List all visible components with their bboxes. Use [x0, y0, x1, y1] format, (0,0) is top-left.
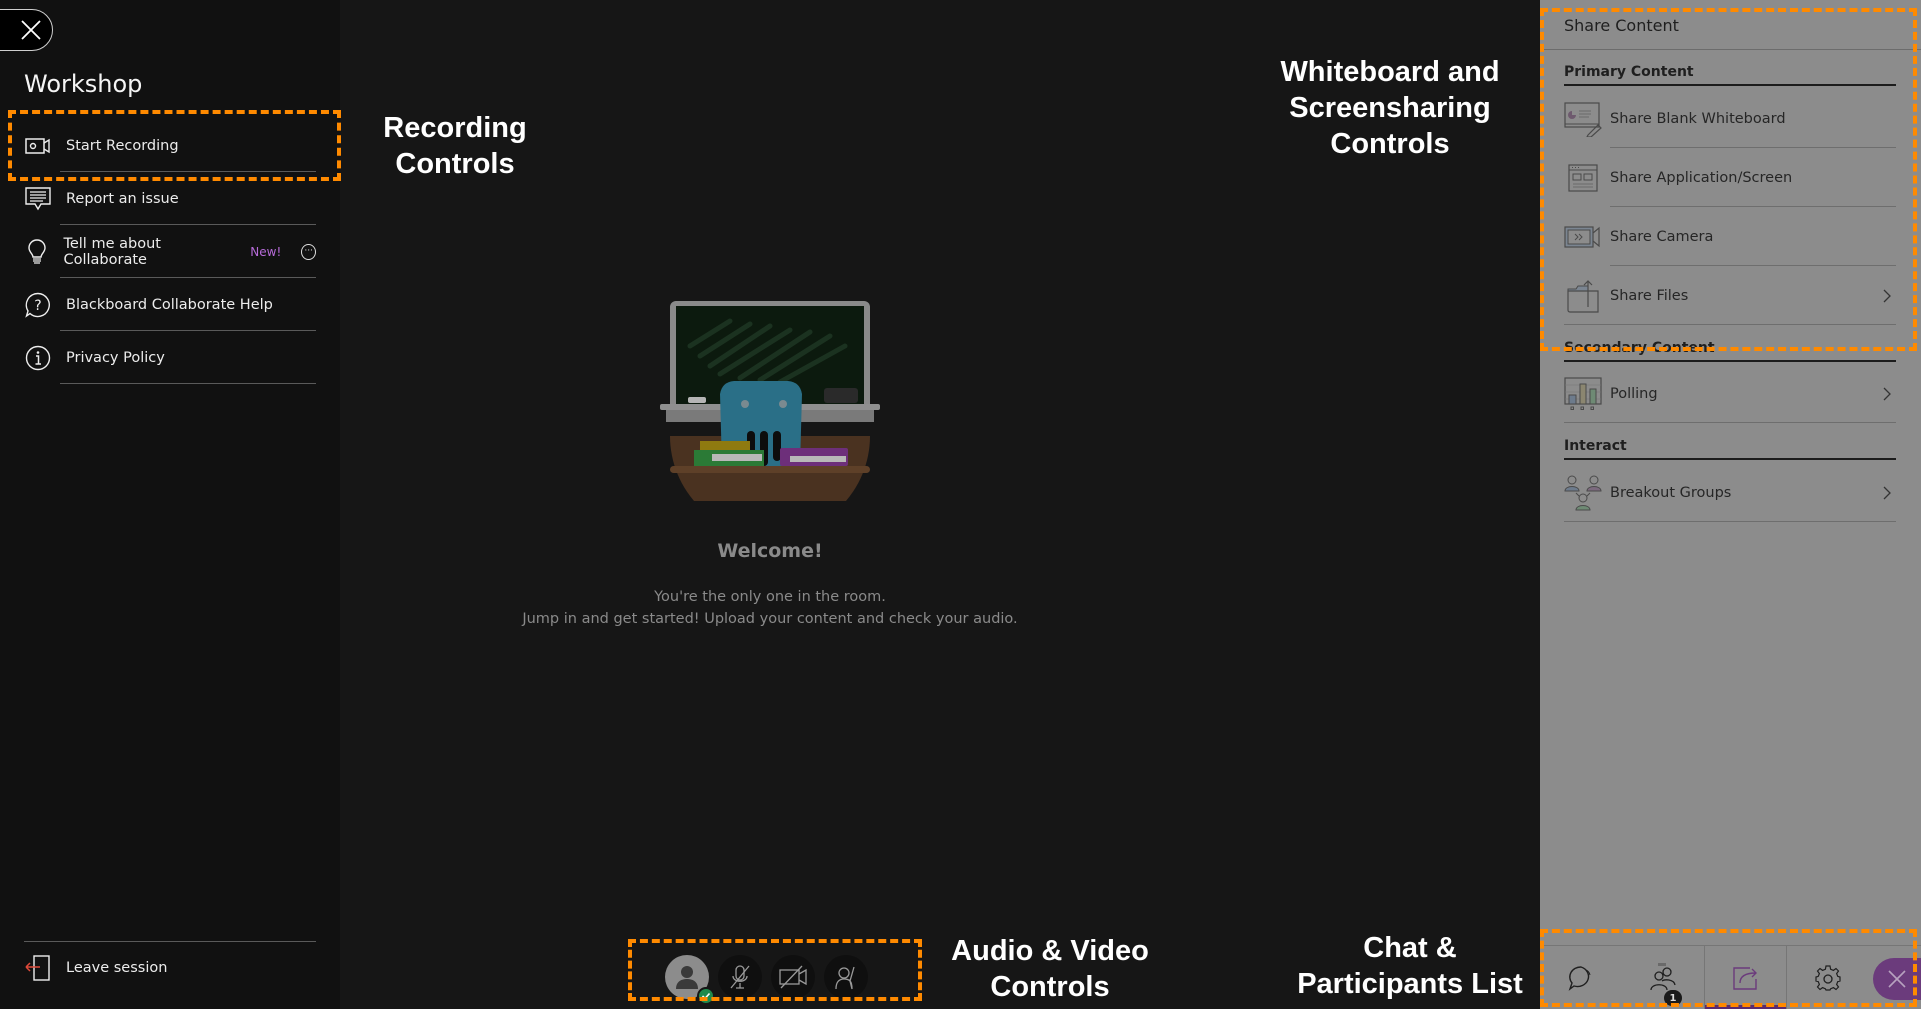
chat-icon — [1568, 966, 1591, 991]
panel-title: Share Content — [1564, 16, 1679, 35]
share-application-screen-button[interactable]: Share Application/Screen — [1564, 148, 1896, 207]
tell-me-about-collaborate-button[interactable]: Tell me about Collaborate New! ··· — [24, 225, 316, 278]
settings-icon — [1815, 965, 1841, 991]
breakout-groups-button[interactable]: Breakout Groups — [1564, 463, 1896, 522]
leave-session-label: Leave session — [66, 959, 168, 976]
collaborate-help-button[interactable]: ? Blackboard Collaborate Help — [24, 278, 316, 331]
share-content-icon — [1732, 967, 1757, 990]
share-files-icon — [1564, 277, 1602, 315]
start-recording-label: Start Recording — [66, 137, 179, 154]
raise-hand-button[interactable] — [824, 955, 868, 999]
chevron-right-icon — [1883, 486, 1891, 499]
more-options-icon[interactable]: ··· — [301, 243, 316, 260]
panel-tab-bar: 1 — [1540, 945, 1921, 1009]
close-panel-button[interactable] — [1873, 958, 1921, 1000]
microphone-off-icon — [730, 965, 750, 989]
welcome-message: You're the only one in the room. Jump in… — [480, 586, 1060, 630]
polling-icon — [1564, 375, 1602, 413]
microphone-toggle[interactable] — [718, 955, 762, 999]
new-badge: New! — [250, 244, 282, 259]
divider — [1564, 324, 1896, 325]
participant-count-badge: 1 — [1664, 990, 1682, 1006]
polling-label: Polling — [1610, 385, 1658, 402]
breakout-groups-label: Breakout Groups — [1610, 484, 1732, 501]
breakout-groups-icon — [1564, 474, 1602, 512]
welcome-line-1: You're the only one in the room. — [654, 589, 886, 605]
tab-settings[interactable] — [1787, 946, 1869, 1009]
screen-share-icon — [1564, 159, 1602, 197]
active-tab-indicator — [1705, 1005, 1786, 1009]
share-blank-whiteboard-label: Share Blank Whiteboard — [1610, 110, 1786, 127]
annotation-line: Chat & — [1363, 932, 1457, 964]
raise-hand-icon — [835, 966, 855, 990]
report-issue-button[interactable]: Report an issue — [24, 172, 316, 225]
tab-share-content[interactable] — [1705, 946, 1786, 1009]
annotation-whiteboard-controls: Whiteboard and Screensharing Controls — [1240, 54, 1540, 162]
share-files-button[interactable]: Share Files — [1564, 266, 1896, 325]
share-content-panel: Share Content Primary Content Share Blan… — [1540, 0, 1921, 1009]
polling-button[interactable]: Polling — [1564, 364, 1896, 423]
svg-text:?: ? — [34, 298, 41, 314]
share-application-screen-label: Share Application/Screen — [1610, 169, 1793, 186]
divider — [60, 383, 316, 384]
camera-off-icon — [779, 965, 807, 989]
section-heading-secondary-content: Secondary Content — [1564, 340, 1896, 362]
share-camera-icon — [1564, 218, 1602, 256]
section-heading-primary-content: Primary Content — [1564, 64, 1896, 86]
session-title: Workshop — [24, 70, 143, 98]
welcome-line-2: Jump in and get started! Upload your con… — [522, 611, 1018, 627]
leave-session-icon — [24, 954, 52, 982]
help-icon: ? — [24, 291, 52, 319]
annotation-line: Controls — [1330, 128, 1450, 160]
annotation-line: Whiteboard and — [1280, 56, 1500, 88]
my-status-avatar-button[interactable] — [665, 955, 715, 1005]
info-icon — [24, 344, 52, 372]
close-icon — [21, 20, 41, 40]
report-issue-icon — [24, 185, 52, 213]
annotation-chat-participants: Chat & Participants List — [1280, 930, 1540, 1002]
annotation-line: Recording — [383, 112, 527, 144]
close-icon — [1888, 970, 1906, 988]
share-camera-button[interactable]: Share Camera — [1564, 207, 1896, 266]
annotation-line: Audio & Video — [951, 935, 1149, 967]
share-files-label: Share Files — [1610, 287, 1689, 304]
chevron-right-icon — [1883, 289, 1891, 302]
session-menu-sidebar: Workshop Start Recording Report an issue… — [0, 0, 340, 1009]
start-recording-button[interactable]: Start Recording — [24, 119, 316, 172]
tab-chat[interactable] — [1540, 946, 1622, 1009]
annotation-line: Controls — [990, 971, 1110, 1003]
status-available-icon — [697, 987, 715, 1005]
annotation-line: Screensharing — [1289, 92, 1491, 124]
collaborate-help-label: Blackboard Collaborate Help — [66, 296, 273, 313]
whiteboard-icon — [1564, 100, 1602, 138]
privacy-policy-link[interactable]: Privacy Policy — [24, 331, 316, 384]
tab-participants[interactable]: 1 — [1622, 946, 1704, 1009]
leave-session-button[interactable]: Leave session — [24, 941, 316, 994]
participants-icon — [1650, 963, 1676, 991]
annotation-line: Controls — [395, 148, 515, 180]
share-camera-label: Share Camera — [1610, 228, 1714, 245]
lightbulb-icon — [24, 238, 49, 266]
close-menu-button[interactable] — [0, 9, 53, 51]
welcome-illustration — [660, 301, 880, 501]
tell-me-about-collaborate-label: Tell me about Collaborate — [63, 235, 161, 268]
annotation-recording-controls: Recording Controls — [345, 110, 565, 182]
avatar-icon — [676, 966, 698, 989]
annotation-line: Participants List — [1297, 968, 1523, 1000]
share-blank-whiteboard-button[interactable]: Share Blank Whiteboard — [1564, 89, 1896, 148]
camera-record-icon — [24, 132, 52, 160]
chevron-right-icon — [1883, 387, 1891, 400]
privacy-policy-label: Privacy Policy — [66, 349, 165, 366]
report-issue-label: Report an issue — [66, 190, 179, 207]
annotation-audio-video-controls: Audio & Video Controls — [930, 933, 1170, 1005]
welcome-title: Welcome! — [717, 540, 823, 562]
divider — [1540, 49, 1921, 50]
divider — [1564, 422, 1896, 423]
section-heading-interact: Interact — [1564, 438, 1896, 460]
divider — [1564, 521, 1896, 522]
camera-toggle[interactable] — [771, 955, 815, 999]
